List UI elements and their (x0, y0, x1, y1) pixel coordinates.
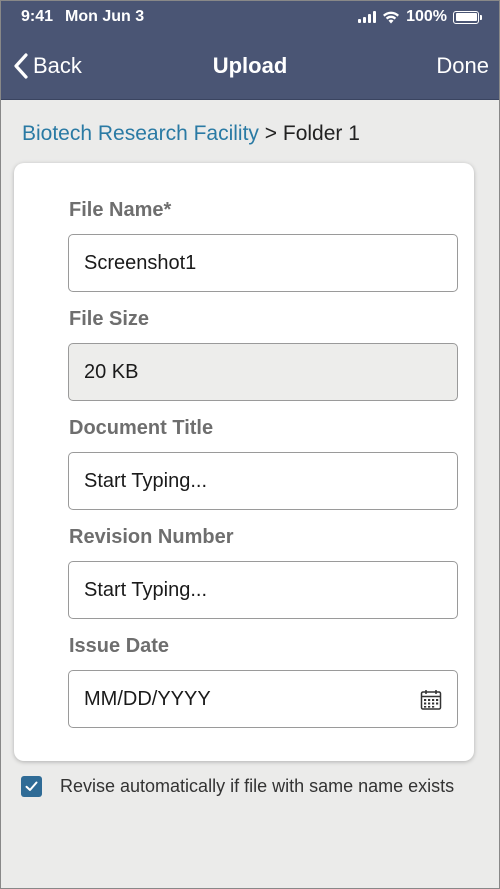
done-button[interactable]: Done (436, 53, 499, 79)
revise-checkbox[interactable] (21, 776, 42, 797)
checkmark-icon (25, 781, 38, 791)
wifi-icon (383, 11, 400, 23)
chevron-left-icon (14, 53, 28, 79)
file-name-field[interactable]: Screenshot1 (68, 234, 458, 292)
battery-icon (453, 10, 482, 24)
file-name-label: File Name* (69, 199, 172, 221)
document-title-label: Document Title (69, 417, 214, 439)
back-label: Back (33, 53, 82, 78)
calendar-icon[interactable] (420, 689, 442, 711)
signal-icon (358, 11, 377, 23)
file-size-label: File Size (69, 308, 150, 330)
issue-date-label: Issue Date (69, 635, 170, 657)
issue-date-field[interactable]: MM/DD/YYYY (68, 670, 458, 728)
breadcrumb: Biotech Research Facility > Folder 1 (1, 100, 499, 160)
revision-number-label: Revision Number (69, 526, 234, 548)
issue-date-placeholder: MM/DD/YYYY (84, 687, 211, 710)
back-button[interactable]: Back (1, 53, 82, 79)
status-time: 9:41 (21, 8, 54, 25)
breadcrumb-separator: > (258, 122, 283, 145)
revise-label: Revise automatically if file with same n… (60, 776, 455, 796)
revision-number-field[interactable]: Start Typing... (68, 561, 458, 619)
breadcrumb-parent-link[interactable]: Biotech Research Facility (22, 122, 259, 145)
status-indicators: 100% (358, 8, 482, 26)
file-size-field: 20 KB (68, 343, 458, 401)
breadcrumb-current: Folder 1 (282, 122, 360, 145)
status-date: Mon Jun 3 (65, 8, 145, 25)
status-bar: 9:41 Mon Jun 3 100% (1, 1, 499, 33)
revise-automatically-option[interactable]: Revise automatically if file with same n… (21, 776, 454, 797)
nav-bar: Back Upload Done (1, 33, 499, 100)
battery-percent: 100% (406, 8, 447, 25)
upload-form-card: File Name* Screenshot1 File Size 20 KB D… (14, 163, 474, 761)
document-title-field[interactable]: Start Typing... (68, 452, 458, 510)
